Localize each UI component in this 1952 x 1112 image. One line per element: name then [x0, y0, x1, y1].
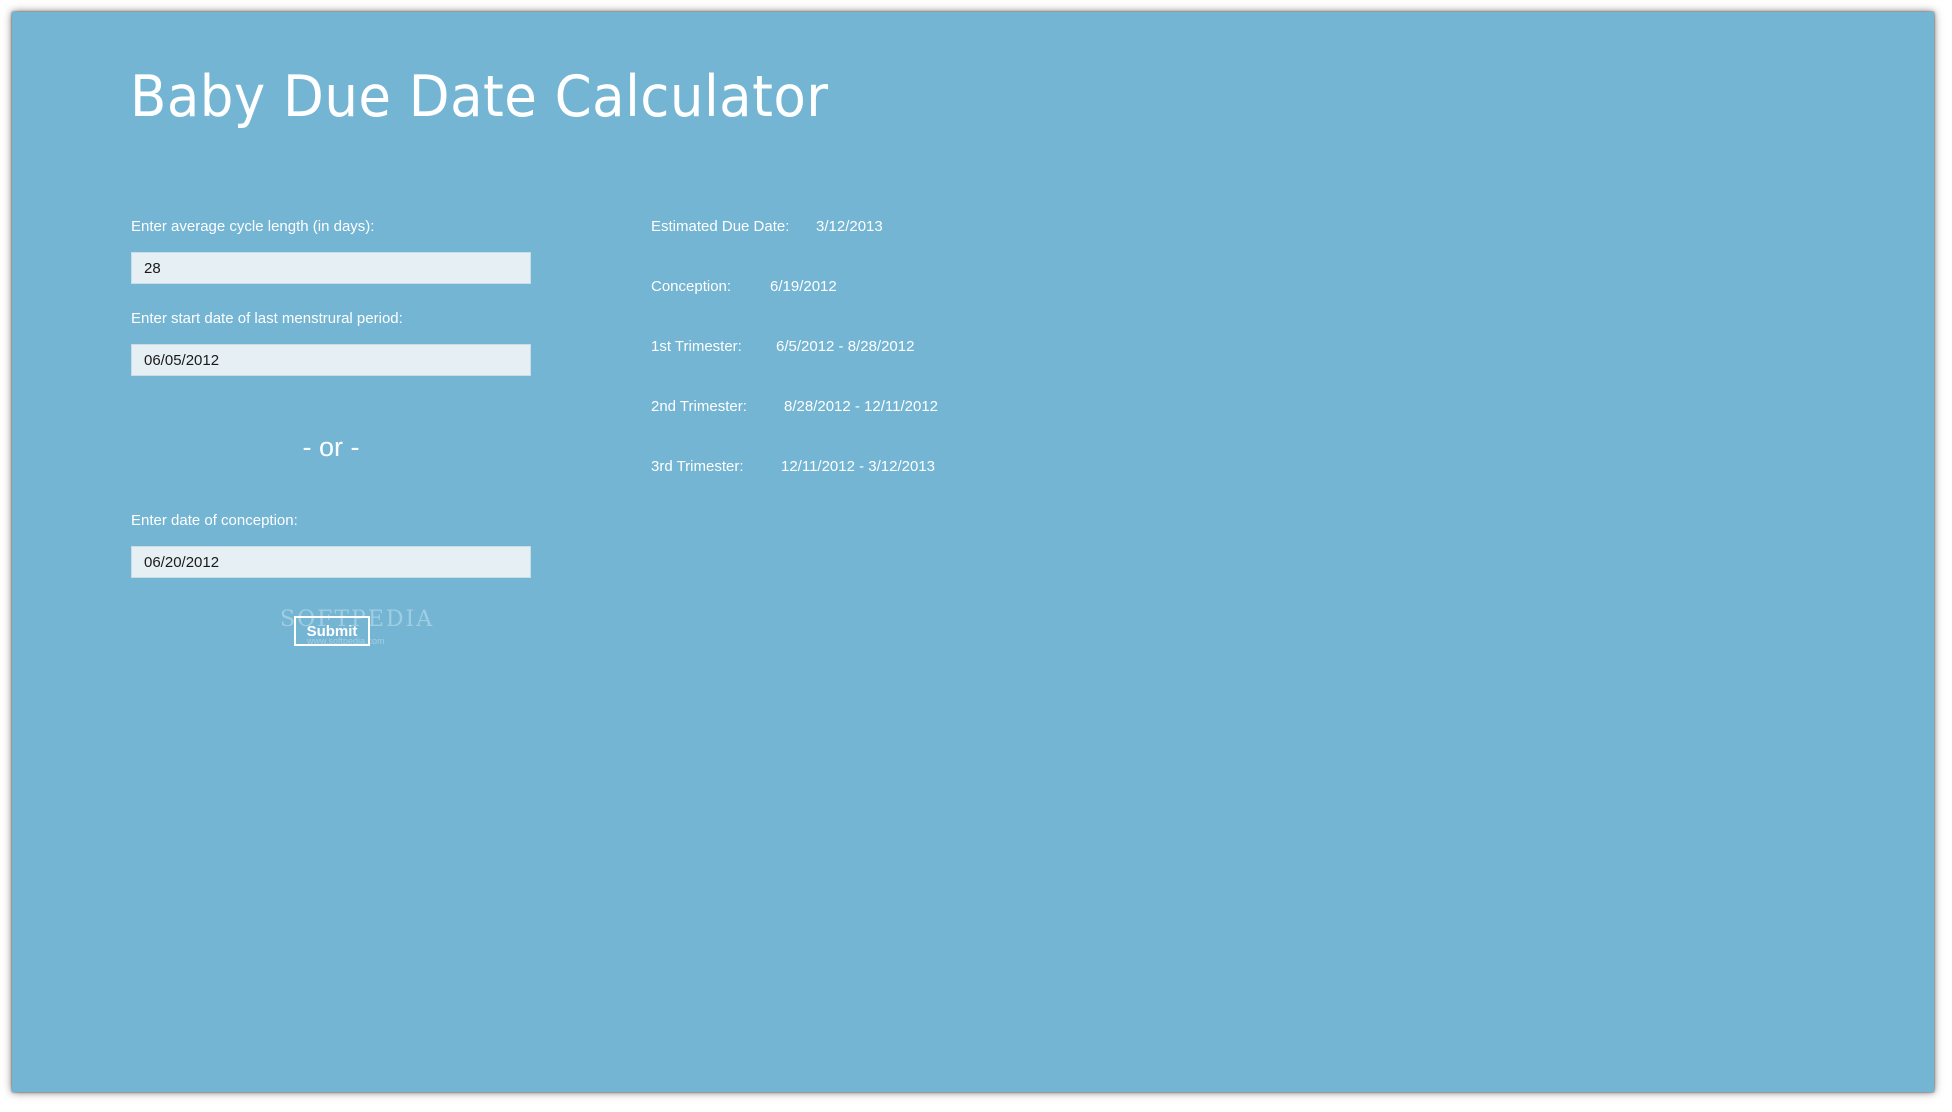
result-value: 8/28/2012 - 12/11/2012: [784, 398, 939, 415]
lmp-date-label: Enter start date of last menstrural peri…: [131, 310, 403, 327]
result-label: Conception:: [651, 278, 732, 295]
result-conception: Conception: 6/19/2012: [651, 278, 837, 295]
cycle-length-input[interactable]: [131, 252, 531, 284]
result-label: Estimated Due Date:: [651, 218, 790, 235]
result-label: 1st Trimester:: [651, 338, 742, 355]
result-due-date: Estimated Due Date: 3/12/2013: [651, 218, 883, 235]
result-label: 3rd Trimester:: [651, 458, 744, 475]
result-value: 3/12/2013: [816, 218, 883, 235]
result-value: 6/5/2012 - 8/28/2012: [776, 338, 915, 355]
result-value: 12/11/2012 - 3/12/2013: [781, 458, 936, 475]
or-separator: - or -: [302, 432, 360, 462]
result-label: 2nd Trimester:: [651, 398, 747, 415]
result-second-trimester: 2nd Trimester: 8/28/2012 - 12/11/2012: [651, 398, 938, 415]
conception-date-input[interactable]: [131, 546, 531, 578]
page-title: Baby Due Date Calculator: [130, 64, 829, 130]
result-value: 6/19/2012: [770, 278, 837, 295]
result-third-trimester: 3rd Trimester: 12/11/2012 - 3/12/2013: [651, 458, 935, 475]
app-window: Baby Due Date Calculator Enter average c…: [12, 12, 1934, 1092]
submit-button[interactable]: Submit: [294, 616, 370, 646]
cycle-length-label: Enter average cycle length (in days):: [131, 218, 375, 235]
result-first-trimester: 1st Trimester: 6/5/2012 - 8/28/2012: [651, 338, 914, 355]
conception-date-label: Enter date of conception:: [131, 512, 298, 529]
lmp-date-input[interactable]: [131, 344, 531, 376]
